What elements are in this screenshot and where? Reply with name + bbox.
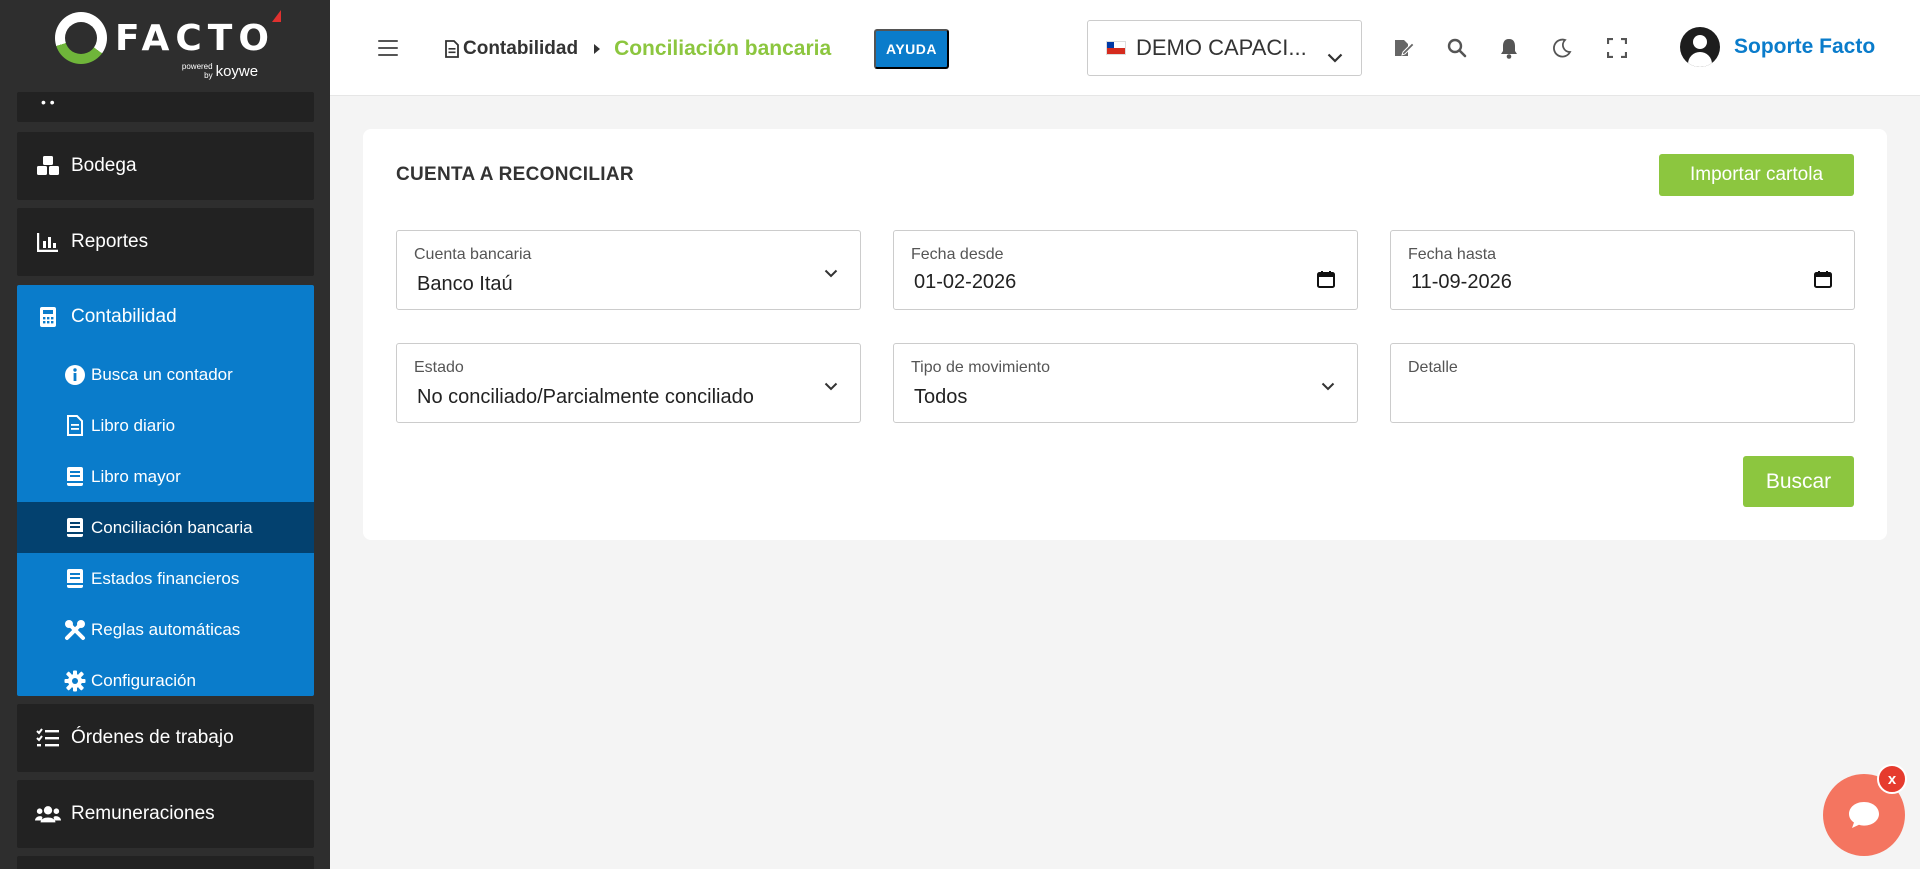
sidebar-item-ordenes-trabajo[interactable]: Órdenes de trabajo bbox=[17, 704, 314, 772]
chevron-down-icon bbox=[1321, 378, 1335, 396]
sidebar: FACTO powered by koywe • • Bodega Reporte… bbox=[0, 0, 330, 869]
field-label: Fecha desde bbox=[911, 246, 1004, 263]
sidebar-subitem-reglas-automaticas[interactable]: Reglas automáticas bbox=[17, 604, 314, 655]
sidebar-subitem-estados-financieros[interactable]: Estados financieros bbox=[17, 553, 314, 604]
page-title: Conciliación bancaria bbox=[614, 37, 832, 60]
company-name: DEMO CAPACI... bbox=[1136, 35, 1307, 60]
date-from-input[interactable]: Fecha desde 01-02-2026 bbox=[893, 230, 1358, 310]
gear-icon bbox=[63, 670, 87, 692]
signature-icon[interactable] bbox=[1392, 36, 1416, 60]
moon-icon[interactable] bbox=[1550, 36, 1574, 60]
sidebar-item-label: Remuneraciones bbox=[71, 803, 215, 824]
sidebar-item-bodega[interactable]: Bodega bbox=[17, 132, 314, 200]
fullscreen-icon[interactable] bbox=[1605, 36, 1629, 60]
date-to-input[interactable]: Fecha hasta 11-09-2026 bbox=[1390, 230, 1855, 310]
users-icon bbox=[35, 803, 61, 825]
field-value: 11-09-2026 bbox=[1411, 271, 1512, 293]
sidebar-subitem-label: Libro mayor bbox=[91, 466, 181, 486]
search-button[interactable]: Buscar bbox=[1743, 456, 1854, 507]
detail-input[interactable]: Detalle bbox=[1390, 343, 1855, 423]
chile-flag-icon bbox=[1106, 41, 1126, 55]
user-name: Soporte Facto bbox=[1734, 35, 1876, 58]
sidebar-subitem-label: Configuración bbox=[91, 670, 196, 690]
sidebar-item-hidden[interactable]: • • bbox=[17, 92, 314, 122]
sidebar-subitem-libro-diario[interactable]: Libro diario bbox=[17, 400, 314, 451]
sidebar-item-label: Bodega bbox=[71, 155, 137, 176]
sidebar-subitem-label: Conciliación bancaria bbox=[91, 517, 253, 537]
avatar bbox=[1680, 27, 1720, 67]
partner-name: koywe bbox=[215, 63, 259, 80]
calendar-icon[interactable] bbox=[1814, 271, 1832, 288]
status-select[interactable]: Estado No conciliado/Parcialmente concil… bbox=[396, 343, 861, 423]
field-label: Tipo de movimiento bbox=[911, 359, 1051, 376]
breadcrumb-parent[interactable]: Contabilidad bbox=[445, 38, 578, 60]
brand-logo[interactable]: FACTO powered by koywe bbox=[0, 0, 330, 92]
field-value: 01-02-2026 bbox=[914, 271, 1017, 293]
bar-chart-icon bbox=[35, 231, 61, 253]
sidebar-item-remuneraciones[interactable]: Remuneraciones bbox=[17, 780, 314, 848]
file-lines-icon bbox=[445, 40, 459, 58]
sidebar-group-contabilidad: Contabilidad Busca un contador Libro dia… bbox=[17, 285, 314, 696]
boxes-icon bbox=[35, 155, 61, 177]
field-value: Banco Itaú bbox=[417, 273, 513, 295]
breadcrumb-parent-label: Contabilidad bbox=[463, 38, 579, 59]
bank-account-select[interactable]: Cuenta bancaria Banco Itaú bbox=[396, 230, 861, 310]
user-menu[interactable]: Soporte Facto bbox=[1680, 27, 1875, 67]
field-value: Todos bbox=[914, 386, 968, 408]
caret-right-icon bbox=[594, 44, 601, 54]
book-icon bbox=[63, 466, 87, 488]
hamburger-menu-icon[interactable] bbox=[378, 40, 398, 56]
field-value: No conciliado/Parcialmente conciliado bbox=[417, 386, 754, 408]
file-lines-icon bbox=[63, 415, 87, 437]
card-title: CUENTA A RECONCILIAR bbox=[396, 164, 634, 185]
list-check-icon bbox=[35, 727, 61, 749]
sidebar-subitem-libro-mayor[interactable]: Libro mayor bbox=[17, 451, 314, 502]
search-icon[interactable] bbox=[1445, 36, 1469, 60]
chevron-down-icon bbox=[1327, 43, 1343, 69]
sidebar-item-next[interactable] bbox=[17, 856, 314, 869]
sidebar-subitem-busca-contador[interactable]: Busca un contador bbox=[17, 349, 314, 400]
bell-icon[interactable] bbox=[1497, 36, 1521, 60]
sidebar-item-label: Órdenes de trabajo bbox=[71, 727, 234, 748]
company-select[interactable]: DEMO CAPACI... bbox=[1087, 20, 1362, 76]
sidebar-subitem-label: Estados financieros bbox=[91, 568, 240, 588]
sidebar-subitem-label: Libro diario bbox=[91, 415, 176, 435]
sidebar-subitem-label: Reglas automáticas bbox=[91, 619, 241, 639]
field-label: Estado bbox=[414, 359, 464, 376]
help-button[interactable]: AYUDA bbox=[874, 29, 949, 69]
chat-bubble-icon bbox=[1849, 802, 1879, 828]
chevron-down-icon bbox=[824, 378, 838, 396]
facto-logo-icon bbox=[55, 12, 108, 64]
tools-icon bbox=[63, 619, 87, 641]
breadcrumb: Contabilidad Conciliación bancaria bbox=[445, 36, 831, 62]
book-icon bbox=[63, 517, 87, 539]
sidebar-item-reportes[interactable]: Reportes bbox=[17, 208, 314, 276]
sidebar-item-contabilidad[interactable]: Contabilidad bbox=[17, 285, 314, 349]
book-icon bbox=[63, 568, 87, 590]
reconcile-account-card: CUENTA A RECONCILIAR Importar cartola Cu… bbox=[363, 129, 1887, 540]
sidebar-item-label: Contabilidad bbox=[71, 306, 177, 327]
movement-type-select[interactable]: Tipo de movimiento Todos bbox=[893, 343, 1358, 423]
calendar-icon[interactable] bbox=[1317, 271, 1335, 288]
sidebar-subitem-configuracion[interactable]: Configuración bbox=[17, 655, 314, 706]
field-label: Detalle bbox=[1408, 359, 1458, 376]
sidebar-subitem-conciliacion-bancaria[interactable]: Conciliación bancaria bbox=[17, 502, 314, 553]
field-label: Cuenta bancaria bbox=[414, 246, 532, 263]
info-circle-icon bbox=[63, 364, 87, 386]
calculator-icon bbox=[35, 306, 61, 328]
topbar: Contabilidad Conciliación bancaria AYUDA… bbox=[330, 0, 1920, 96]
import-statement-button[interactable]: Importar cartola bbox=[1659, 154, 1854, 196]
sidebar-subitem-label: Busca un contador bbox=[91, 364, 233, 384]
field-label: Fecha hasta bbox=[1408, 246, 1497, 263]
powered-by: powered by koywe bbox=[181, 62, 259, 80]
chevron-down-icon bbox=[824, 265, 838, 283]
sidebar-item-label: Reportes bbox=[71, 231, 149, 252]
brand-name: FACTO bbox=[115, 9, 281, 59]
chat-close-button[interactable]: x bbox=[1877, 764, 1907, 794]
